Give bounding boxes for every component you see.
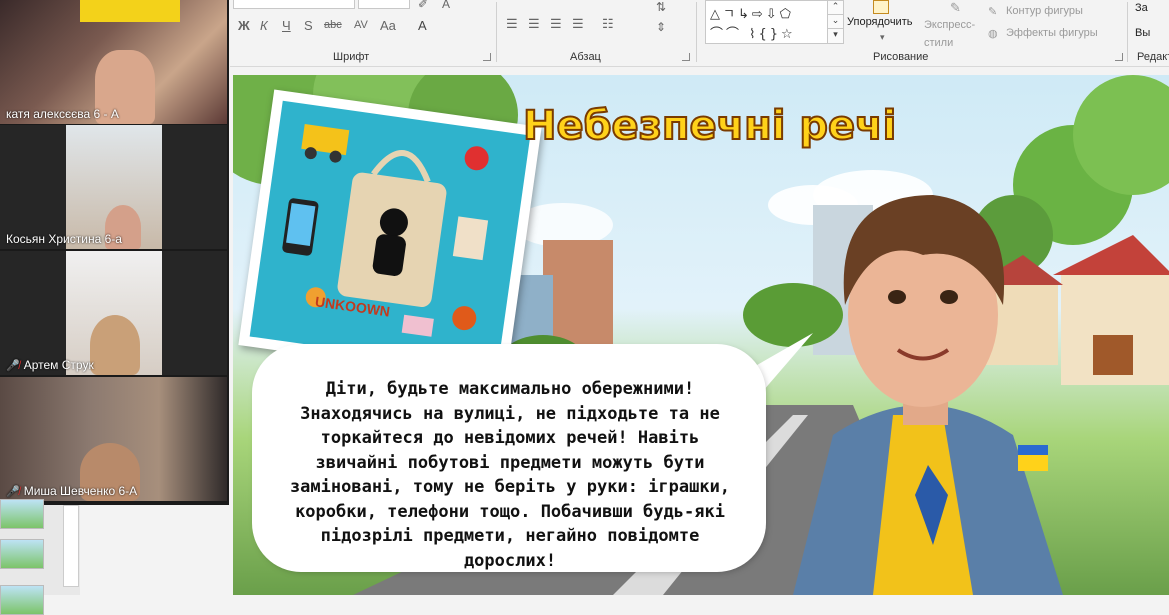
- separator: [1127, 2, 1128, 62]
- video-tile[interactable]: 🎤̸ Миша Шевченко 6-А: [0, 377, 227, 501]
- shape-effects-button[interactable]: Эффекты фигуры: [1006, 27, 1098, 39]
- participant-name: 🎤̸ Миша Шевченко 6-А: [6, 484, 137, 498]
- find-button[interactable]: За: [1135, 2, 1148, 14]
- ribbon: Ж К Ч S abc AV Aa A ✐ A Шрифт ☰ ☰ ☰ ☰ ☷ …: [230, 0, 1169, 67]
- slide-title[interactable]: Небезпечні речі: [522, 102, 897, 150]
- align-center-icon[interactable]: ☰: [528, 16, 540, 32]
- shapes-gallery[interactable]: △ㄱ↳⇨⇩⬠ ⌒⌒ ⌇{}☆: [705, 0, 829, 44]
- shape-outline-icon[interactable]: ✎: [988, 5, 997, 18]
- arrange-button[interactable]: Упорядочить: [847, 16, 912, 28]
- bold-button[interactable]: Ж: [238, 18, 250, 33]
- font-name-box[interactable]: [233, 0, 355, 9]
- slide-canvas[interactable]: UNKOOWN Небезпечні речі Діти, будьте мак…: [233, 75, 1169, 595]
- participant-name: 🎤̸ Артем Струк: [6, 358, 94, 372]
- chevron-down-icon[interactable]: ▾: [880, 32, 885, 43]
- participant-name-text: Миша Шевченко 6-А: [23, 484, 138, 498]
- slide-thumbnail[interactable]: [0, 585, 44, 615]
- font-dialog-launcher[interactable]: [483, 53, 491, 61]
- speech-bubble-text: Діти, будьте максимально обережними! Зна…: [289, 379, 731, 571]
- chevron-down-icon[interactable]: ⌄: [828, 15, 843, 29]
- muted-mic-icon: 🎤̸: [6, 360, 20, 372]
- separator: [496, 2, 497, 62]
- group-label-editing: Редакт: [1137, 51, 1169, 63]
- speech-bubble[interactable]: Діти, будьте максимально обережними! Зна…: [255, 347, 763, 571]
- drawing-dialog-launcher[interactable]: [1115, 53, 1123, 61]
- shapes-row-icons[interactable]: ⌒⌒ ⌇{}☆: [710, 23, 796, 42]
- strikethrough-button[interactable]: abc: [324, 19, 342, 31]
- thumbnails-scrollbar[interactable]: [63, 505, 79, 587]
- select-button[interactable]: Вы: [1135, 27, 1150, 39]
- shadow-button[interactable]: S: [304, 18, 313, 33]
- underline-button[interactable]: Ч: [282, 18, 291, 33]
- arrange-icon[interactable]: [873, 0, 889, 14]
- quick-styles-button[interactable]: Экспресс- стили: [924, 16, 984, 52]
- italic-button[interactable]: К: [260, 18, 268, 33]
- slide-thumbnail[interactable]: [0, 539, 44, 569]
- quick-styles-icon[interactable]: ✎: [950, 0, 961, 16]
- shape-outline-button[interactable]: Контур фигуры: [1006, 5, 1083, 17]
- video-flag-shape: [80, 0, 180, 22]
- video-tile[interactable]: катя алексєєва 6 - А: [0, 0, 227, 124]
- video-participants-panel: катя алексєєва 6 - А Косьян Христина 6-а…: [0, 0, 229, 505]
- separator: [696, 2, 697, 62]
- participant-name-text: Артем Струк: [23, 358, 94, 372]
- group-label-font: Шрифт: [333, 51, 370, 63]
- more-icon[interactable]: ▾: [828, 29, 843, 42]
- align-text-icon[interactable]: ⇕: [656, 20, 666, 34]
- video-person-shape: [90, 315, 140, 375]
- clear-format-icon[interactable]: ✐: [418, 0, 428, 11]
- video-tile[interactable]: 🎤̸ Артем Струк: [0, 251, 227, 375]
- group-label-drawing: Рисование: [873, 51, 929, 63]
- paragraph-dialog-launcher[interactable]: [682, 53, 690, 61]
- group-label-paragraph: Абзац: [570, 51, 601, 63]
- photo-frame[interactable]: UNKOOWN: [238, 89, 542, 383]
- text-direction-icon[interactable]: ⇅: [656, 0, 666, 14]
- font-color-button[interactable]: A: [418, 18, 427, 33]
- columns-icon[interactable]: ☷: [602, 16, 614, 32]
- align-right-icon[interactable]: ☰: [550, 16, 562, 32]
- shape-effects-icon[interactable]: ◍: [988, 27, 998, 40]
- change-case-button[interactable]: Aa: [380, 18, 396, 33]
- slide-thumbnail[interactable]: [0, 499, 44, 529]
- objects-photo: UNKOOWN: [249, 100, 531, 372]
- font-grow-icon[interactable]: A: [442, 0, 450, 11]
- participant-name: Косьян Христина 6-а: [6, 232, 122, 246]
- chevron-up-icon[interactable]: ⌃: [828, 1, 843, 15]
- shapes-row-icons[interactable]: △ㄱ↳⇨⇩⬠: [710, 3, 794, 22]
- objects-illustration: [282, 124, 489, 337]
- justify-icon[interactable]: ☰: [572, 16, 584, 32]
- font-size-box[interactable]: [358, 0, 410, 9]
- align-left-icon[interactable]: ☰: [506, 16, 518, 32]
- character-spacing-button[interactable]: AV: [354, 19, 368, 31]
- shapes-gallery-scroll[interactable]: ⌃ ⌄ ▾: [827, 0, 844, 44]
- video-tile[interactable]: Косьян Христина 6-а: [0, 125, 227, 249]
- participant-name: катя алексєєва 6 - А: [6, 107, 119, 121]
- muted-mic-icon: 🎤̸: [6, 486, 20, 498]
